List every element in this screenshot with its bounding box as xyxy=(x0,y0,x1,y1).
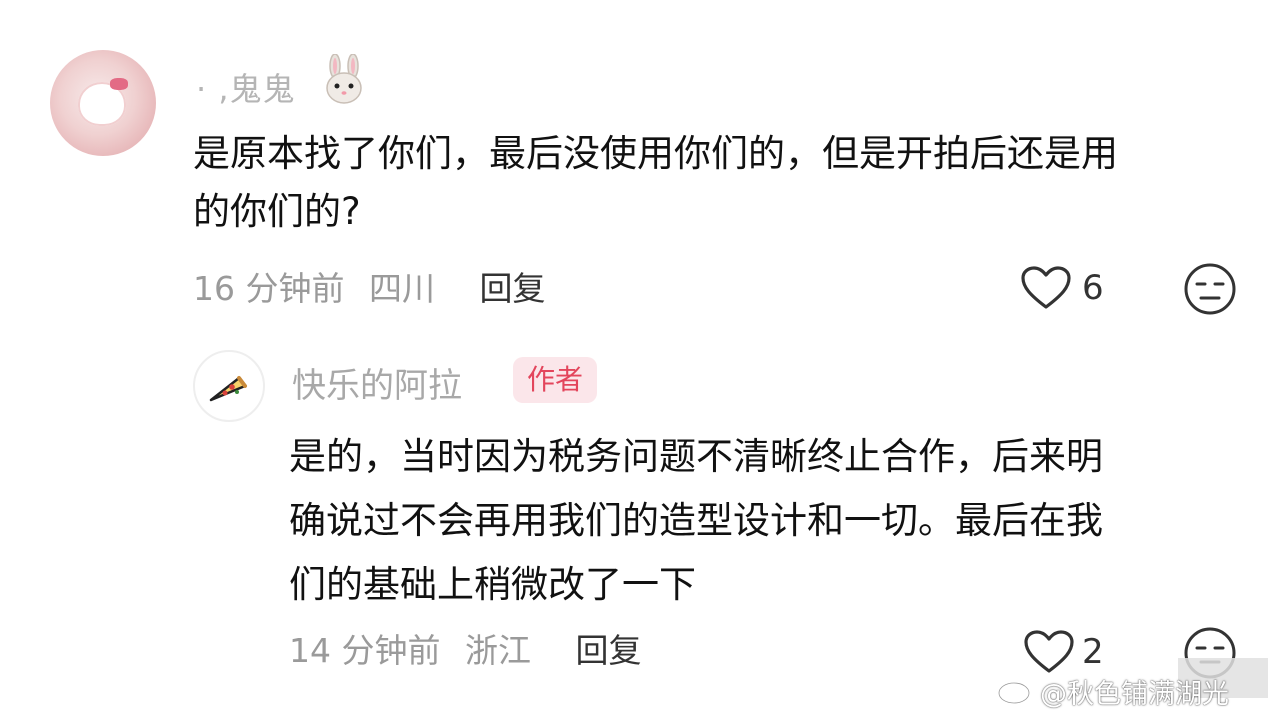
bow-icon xyxy=(110,78,128,90)
avatar[interactable] xyxy=(193,350,265,422)
timestamp: 16 分钟前 xyxy=(193,269,345,308)
username[interactable]: 快乐的阿拉 xyxy=(292,358,462,407)
ip-region: 浙江 xyxy=(464,631,531,670)
comment-text: 是原本找了你们，最后没使用你们的，但是开拍后还是用 的你们的? xyxy=(193,125,1243,241)
reply-button[interactable]: 回复 xyxy=(479,269,545,308)
comment-text-line: 是的，当时因为税务问题不清晰终止合作，后来明 xyxy=(289,435,1103,478)
watermark-text: @秋色铺满湖光 xyxy=(1040,679,1229,710)
heart-icon[interactable] xyxy=(1023,629,1075,675)
weibo-icon xyxy=(997,676,1034,705)
timestamp: 14 分钟前 xyxy=(289,631,441,670)
reply-button[interactable]: 回复 xyxy=(575,631,641,670)
comment-meta: 16 分钟前 四川 回复 xyxy=(193,262,545,310)
comment-text: 是的，当时因为税务问题不清晰终止合作，后来明 确说过不会再用我们的造型设计和一切… xyxy=(289,425,1219,617)
avatar[interactable] xyxy=(50,50,156,156)
comment-meta: 14 分钟前 浙江 回复 xyxy=(289,624,641,672)
author-badge: 作者 xyxy=(513,357,598,403)
comment-text-line: 的你们的? xyxy=(193,190,361,233)
like-count: 6 xyxy=(1082,268,1104,308)
username[interactable]: · ,鬼鬼 xyxy=(196,64,296,110)
bunny-icon xyxy=(326,54,362,104)
like-count: 2 xyxy=(1082,632,1104,672)
comment-text-line: 确说过不会再用我们的造型设计和一切。最后在我 xyxy=(289,499,1103,542)
pizza-icon xyxy=(209,376,247,402)
comment-text-line: 是原本找了你们，最后没使用你们的，但是开拍后还是用 xyxy=(193,132,1118,175)
heart-icon[interactable] xyxy=(1020,265,1072,311)
ip-region: 四川 xyxy=(368,269,435,308)
comment-text-line: 们的基础上稍微改了一下 xyxy=(289,563,696,606)
dislike-face-icon[interactable] xyxy=(1183,262,1237,316)
